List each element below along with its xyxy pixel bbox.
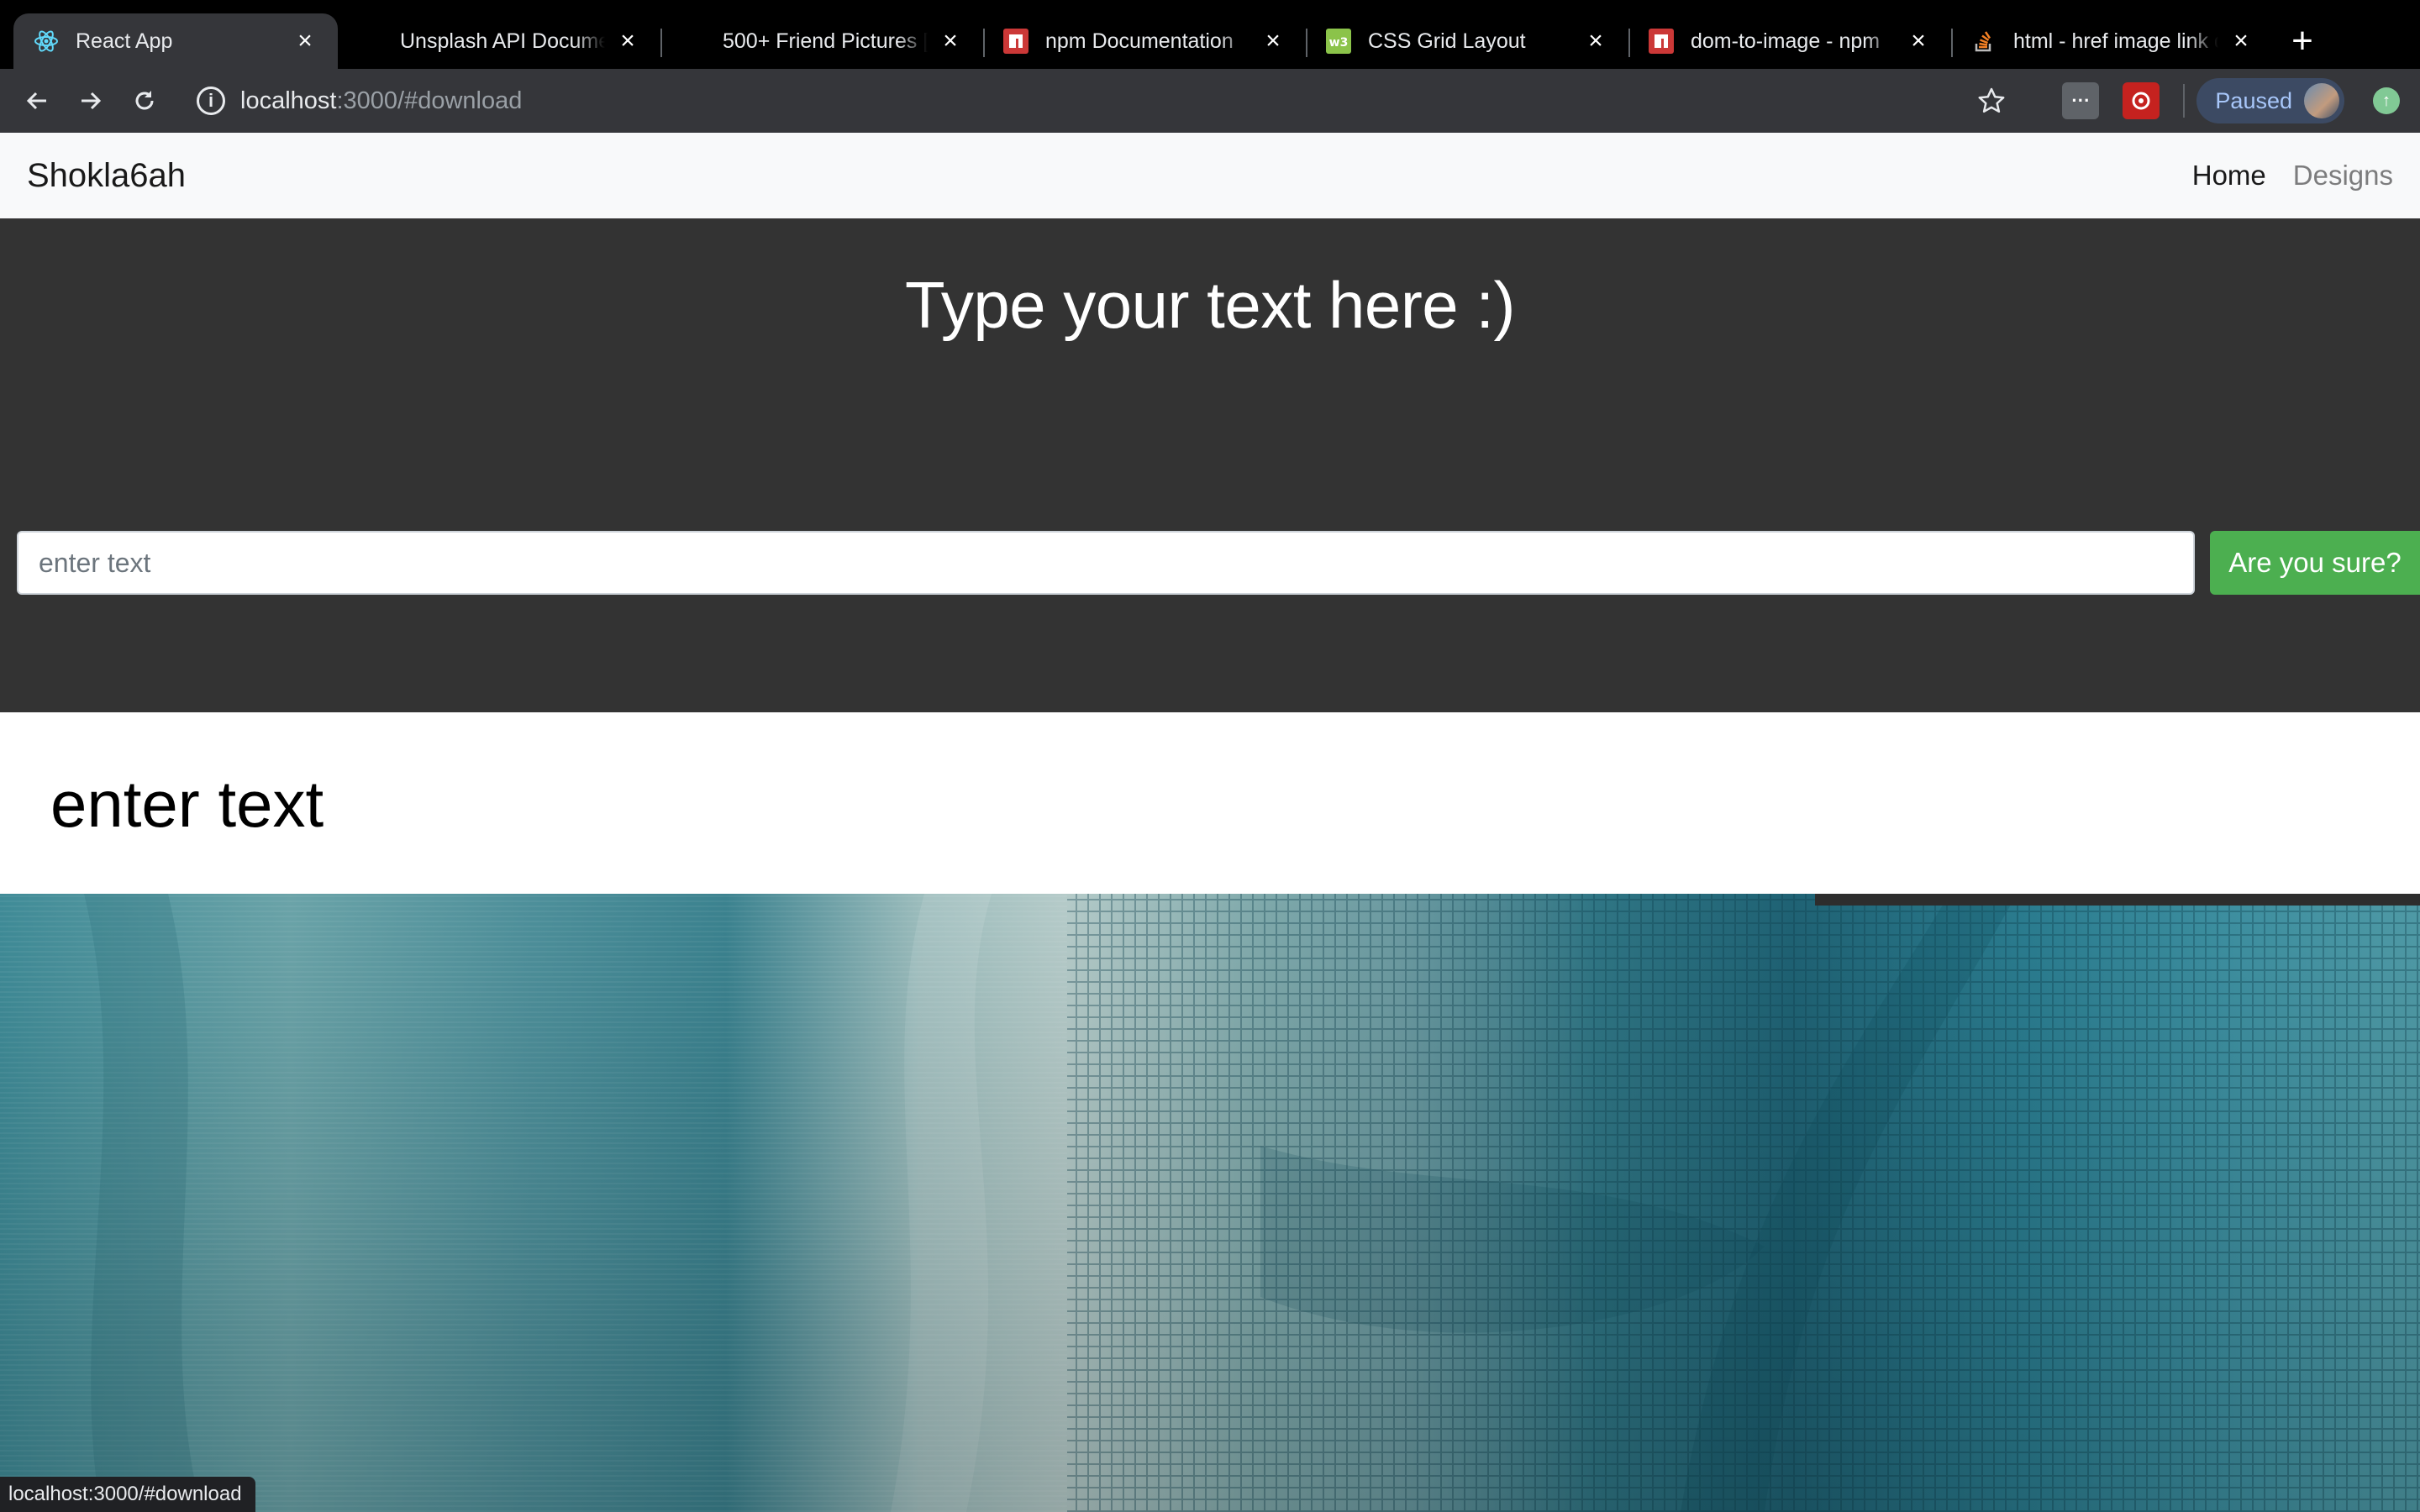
tab-title: 500+ Friend Pictures [ — [723, 29, 928, 53]
tab-stackoverflow[interactable]: html - href image link d × — [1951, 13, 2274, 69]
npm-icon — [1003, 29, 1028, 54]
address-bar[interactable]: i localhost:3000/#download — [182, 76, 1965, 125]
preview-text: enter text — [50, 767, 324, 841]
stackoverflow-icon — [1971, 29, 1996, 54]
status-bar-url: localhost:3000/#download — [0, 1477, 255, 1512]
site-navbar: Shokla6ah Home Designs — [0, 133, 2420, 218]
confirm-button[interactable]: Are you sure? — [2210, 531, 2420, 595]
unsplash-icon — [358, 29, 383, 54]
tab-react-app[interactable]: React App × — [13, 13, 338, 69]
tab-title: CSS Grid Layout — [1368, 29, 1526, 53]
close-icon[interactable]: × — [1583, 29, 1608, 54]
profile-button[interactable]: Paused — [2196, 78, 2344, 123]
extension-icon[interactable] — [2123, 82, 2160, 119]
tab-css-grid-layout[interactable]: w3 CSS Grid Layout × — [1306, 13, 1628, 69]
tab-title: React App — [76, 29, 173, 53]
avatar — [2304, 83, 2339, 118]
toolbar-separator — [2183, 84, 2186, 118]
url-text: localhost:3000/#download — [240, 87, 523, 114]
unsplash-icon — [681, 29, 706, 54]
close-icon[interactable]: × — [2228, 29, 2254, 54]
extension-dots-icon[interactable]: ··· — [2062, 82, 2100, 119]
hero-section: Type your text here :) Are you sure? — [0, 218, 2420, 712]
browser-tab-bar: React App × Unsplash API Documentation ×… — [0, 0, 2420, 69]
profile-status: Paused — [2215, 87, 2292, 113]
nav-link-designs[interactable]: Designs — [2293, 160, 2393, 192]
close-icon[interactable]: × — [1260, 29, 1286, 54]
svg-text:w3: w3 — [1329, 36, 1349, 50]
close-icon[interactable]: × — [615, 29, 640, 54]
tab-title: npm Documentation — [1045, 29, 1234, 53]
tab-title: Unsplash API Documentation — [400, 29, 605, 53]
tab-title: dom-to-image - npm — [1691, 29, 1881, 53]
update-icon[interactable]: ↑ — [2373, 87, 2400, 114]
back-icon[interactable] — [10, 74, 64, 128]
nav-link-home[interactable]: Home — [2192, 160, 2266, 192]
close-icon[interactable]: × — [938, 29, 963, 54]
tab-dom-to-image[interactable]: dom-to-image - npm × — [1628, 13, 1951, 69]
bookmark-star-icon[interactable] — [1965, 74, 2018, 128]
nav-links: Home Designs — [2165, 160, 2393, 192]
photo-top-edge — [1815, 894, 2420, 906]
browser-toolbar: i localhost:3000/#download ··· Paused ↑ — [0, 69, 2420, 133]
w3schools-icon: w3 — [1326, 29, 1351, 54]
info-icon[interactable]: i — [197, 87, 225, 115]
tab-npm-documentation[interactable]: npm Documentation × — [983, 13, 1306, 69]
navbar-brand[interactable]: Shokla6ah — [27, 157, 186, 195]
tab-title: html - href image link d — [2013, 29, 2218, 53]
tab-unsplash-api[interactable]: Unsplash API Documentation × — [338, 13, 660, 69]
text-preview: enter text — [0, 712, 2420, 894]
forward-icon[interactable] — [64, 74, 118, 128]
new-tab-button[interactable]: + — [2279, 13, 2326, 69]
close-icon[interactable]: × — [1906, 29, 1931, 54]
background-photo — [0, 894, 2420, 1512]
text-input[interactable] — [17, 531, 2195, 595]
reload-icon[interactable] — [118, 74, 171, 128]
hero-heading: Type your text here :) — [904, 268, 1516, 342]
npm-icon — [1649, 29, 1674, 54]
react-icon — [34, 29, 59, 54]
tab-friend-pictures[interactable]: 500+ Friend Pictures [ × — [660, 13, 983, 69]
close-icon[interactable]: × — [292, 29, 318, 54]
